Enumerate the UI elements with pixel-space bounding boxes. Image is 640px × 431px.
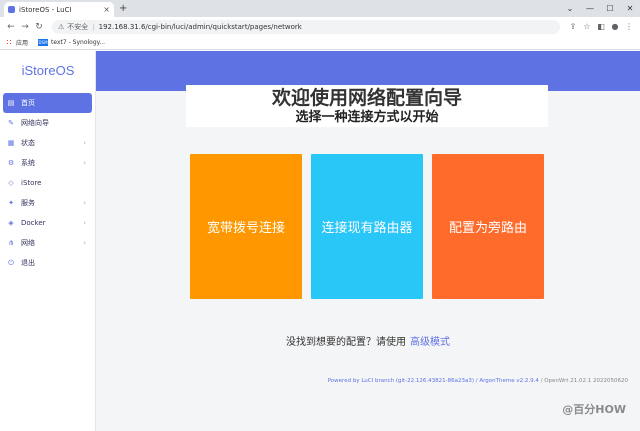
advanced-hint: 没找到想要的配置？请使用 高级模式 bbox=[96, 333, 640, 348]
chevron-right-icon: › bbox=[83, 199, 86, 207]
chevron-right-icon: › bbox=[83, 239, 86, 247]
sidebar-item-6[interactable]: ◈ Docker › bbox=[0, 213, 96, 233]
sidebar-item-1[interactable]: ✎ 网络向导 bbox=[0, 113, 96, 133]
window-controls: ⌄ — ☐ ✕ bbox=[560, 0, 640, 17]
status-icon: ▦ bbox=[7, 139, 15, 147]
chevron-right-icon: › bbox=[83, 139, 86, 147]
bypass-router-card-button[interactable]: 配置为旁路由 bbox=[432, 154, 544, 299]
sidebar-item-5[interactable]: ✦ 服务 › bbox=[0, 193, 96, 213]
hint-text: 没找到想要的配置？请使用 bbox=[286, 337, 406, 348]
reload-icon[interactable]: ↻ bbox=[32, 22, 46, 32]
sidebar-item-3[interactable]: ⚙ 系统 › bbox=[0, 153, 96, 173]
advanced-mode-link[interactable]: 高级模式 bbox=[410, 337, 450, 348]
minimize-button[interactable]: — bbox=[580, 0, 600, 17]
brand-logo[interactable]: iStoreOS bbox=[0, 63, 96, 78]
sidebar-item-label: 网络 bbox=[21, 239, 35, 247]
main-content: 欢迎使用网络配置向导 选择一种连接方式以开始 宽带拨号连接 连接现有路由器 配置… bbox=[96, 51, 640, 431]
bookmark-star-icon[interactable]: ☆ bbox=[580, 22, 594, 31]
footer-theme-link[interactable]: / ArgonTheme v2.2.9.4 bbox=[476, 378, 539, 384]
tab-search-icon[interactable]: ⌄ bbox=[560, 0, 580, 17]
sidebar-item-2[interactable]: ▦ 状态 › bbox=[0, 133, 96, 153]
store-icon: ◇ bbox=[8, 179, 14, 187]
back-icon[interactable]: ← bbox=[4, 22, 18, 32]
network-icon: ⋔ bbox=[8, 239, 14, 247]
browser-tab-bar: iStoreOS - LuCI × + ⌄ — ☐ ✕ bbox=[0, 0, 640, 17]
welcome-box: 欢迎使用网络配置向导 选择一种连接方式以开始 bbox=[186, 85, 548, 127]
bookmarks-bar: 应用 DSM text7 - Synology... bbox=[0, 36, 640, 50]
bookmark-label: text7 - Synology... bbox=[51, 39, 106, 46]
forward-icon[interactable]: → bbox=[18, 22, 32, 32]
bookmark-synology[interactable]: DSM text7 - Synology... bbox=[38, 39, 105, 46]
sidebar-item-label: 网络向导 bbox=[21, 119, 49, 127]
sidebar-item-7[interactable]: ⋔ 网络 › bbox=[0, 233, 96, 253]
menu-dots-icon[interactable]: ⋮ bbox=[622, 22, 636, 31]
existing-router-card-button[interactable]: 连接现有路由器 bbox=[311, 154, 423, 299]
url-text: 192.168.31.6/cgi-bin/luci/admin/quicksta… bbox=[98, 22, 302, 31]
home-icon: ▤ bbox=[7, 99, 15, 107]
chevron-right-icon: › bbox=[83, 219, 86, 227]
sidebar: iStoreOS ▤ 首页 ✎ 网络向导 ▦ 状态 › ⚙ 系统 › ◇ iStore ✦ 服务 › ◈ Doc… bbox=[0, 51, 96, 431]
url-input[interactable]: ⚠ 不安全 | 192.168.31.6/cgi-bin/luci/admin/… bbox=[52, 19, 560, 34]
bookmark-label: 应用 bbox=[16, 40, 29, 47]
sidebar-item-label: 退出 bbox=[21, 259, 35, 267]
wizard-icon: ✎ bbox=[8, 119, 14, 127]
bookmark-apps[interactable]: 应用 bbox=[6, 38, 28, 47]
close-window-button[interactable]: ✕ bbox=[620, 0, 640, 17]
share-icon[interactable]: ⇪ bbox=[566, 22, 580, 31]
warning-icon: ⚠ bbox=[58, 22, 65, 31]
chevron-right-icon: › bbox=[83, 159, 86, 167]
browser-tab[interactable]: iStoreOS - LuCI × bbox=[4, 2, 114, 17]
insecure-label: 不安全 bbox=[67, 22, 89, 31]
sidebar-item-label: 系统 bbox=[21, 159, 35, 167]
sidebar-item-4[interactable]: ◇ iStore bbox=[0, 173, 96, 193]
synology-icon: DSM bbox=[38, 39, 49, 46]
page-title: 欢迎使用网络配置向导 bbox=[271, 87, 462, 109]
footer-os: / OpenWrt 21.02.1 2022050620 bbox=[540, 378, 628, 384]
services-icon: ✦ bbox=[8, 199, 14, 207]
favicon-icon bbox=[8, 6, 15, 13]
sidebar-menu: ▤ 首页 ✎ 网络向导 ▦ 状态 › ⚙ 系统 › ◇ iStore ✦ 服务 › ◈ Docker › ⋔ 网络 › ⏻… bbox=[0, 93, 96, 273]
sidebar-item-label: 状态 bbox=[21, 139, 35, 147]
new-tab-button[interactable]: + bbox=[119, 2, 127, 15]
sidebar-item-label: 服务 bbox=[21, 199, 35, 207]
profile-icon[interactable]: ● bbox=[608, 22, 622, 31]
sidebar-item-label: iStore bbox=[21, 179, 42, 187]
docker-icon: ◈ bbox=[8, 219, 14, 227]
footer-luci-link[interactable]: Powered by LuCI branch (git-22.126.43821… bbox=[328, 378, 474, 384]
sidebar-toggle-icon[interactable]: ◧ bbox=[594, 22, 608, 31]
sidebar-item-8[interactable]: ⏻ 退出 bbox=[0, 253, 96, 273]
tab-close-icon[interactable]: × bbox=[103, 5, 110, 14]
footer: Powered by LuCI branch (git-22.126.43821… bbox=[328, 378, 628, 384]
address-bar: ← → ↻ ⚠ 不安全 | 192.168.31.6/cgi-bin/luci/… bbox=[0, 17, 640, 36]
tab-title: iStoreOS - LuCI bbox=[19, 5, 72, 14]
watermark: @百分HOW bbox=[562, 403, 626, 416]
system-icon: ⚙ bbox=[7, 159, 15, 167]
maximize-button[interactable]: ☐ bbox=[600, 0, 620, 17]
pppoe-card-button[interactable]: 宽带拨号连接 bbox=[190, 154, 302, 299]
sidebar-item-label: Docker bbox=[21, 219, 46, 227]
logout-icon: ⏻ bbox=[8, 258, 14, 267]
page-subtitle: 选择一种连接方式以开始 bbox=[295, 110, 439, 125]
separator: | bbox=[92, 22, 95, 31]
sidebar-item-0[interactable]: ▤ 首页 bbox=[3, 93, 92, 113]
sidebar-item-label: 首页 bbox=[21, 99, 35, 107]
apps-grid-icon bbox=[6, 39, 13, 46]
